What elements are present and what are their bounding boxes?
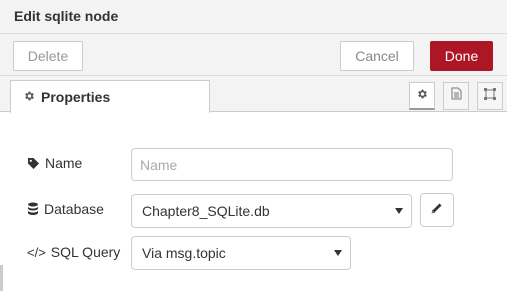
dialog-header: Edit sqlite node: [0, 0, 507, 34]
database-label: Database: [44, 201, 104, 217]
gear-icon: [416, 87, 428, 105]
edit-database-button[interactable]: [420, 193, 454, 227]
sql-query-label: SQL Query: [50, 244, 121, 260]
database-select-value: Chapter8_SQLite.db: [142, 203, 270, 219]
dialog-toolbar: Delete Cancel Done: [0, 34, 507, 76]
database-label-row: Database: [27, 201, 104, 217]
tab-settings-button[interactable]: [409, 82, 435, 110]
gear-icon: [23, 89, 35, 105]
sql-query-label-row: </> SQL Query: [27, 244, 120, 260]
database-select[interactable]: Chapter8_SQLite.db: [131, 194, 412, 228]
name-label-row: Name: [27, 155, 82, 171]
code-icon: </>: [27, 244, 46, 260]
dialog-title: Edit sqlite node: [14, 8, 119, 24]
tab-appearance-button[interactable]: [477, 82, 503, 110]
database-icon: [27, 202, 39, 216]
tab-description-button[interactable]: [443, 82, 469, 110]
tab-properties-label: Properties: [41, 89, 111, 105]
chevron-down-icon: [334, 250, 342, 256]
done-button[interactable]: Done: [430, 41, 493, 71]
sql-query-select-value: Via msg.topic: [142, 245, 226, 261]
scroll-indicator: [0, 265, 3, 291]
cancel-button[interactable]: Cancel: [340, 41, 414, 71]
document-icon: [451, 87, 462, 105]
frame-icon: [483, 87, 497, 106]
chevron-down-icon: [395, 208, 403, 214]
name-label: Name: [45, 155, 83, 171]
tag-icon: [27, 157, 40, 170]
name-field[interactable]: [131, 148, 453, 181]
delete-button[interactable]: Delete: [13, 41, 83, 71]
tab-properties[interactable]: Properties: [10, 80, 210, 113]
sql-query-select[interactable]: Via msg.topic: [131, 236, 351, 270]
pencil-icon: [431, 201, 443, 219]
